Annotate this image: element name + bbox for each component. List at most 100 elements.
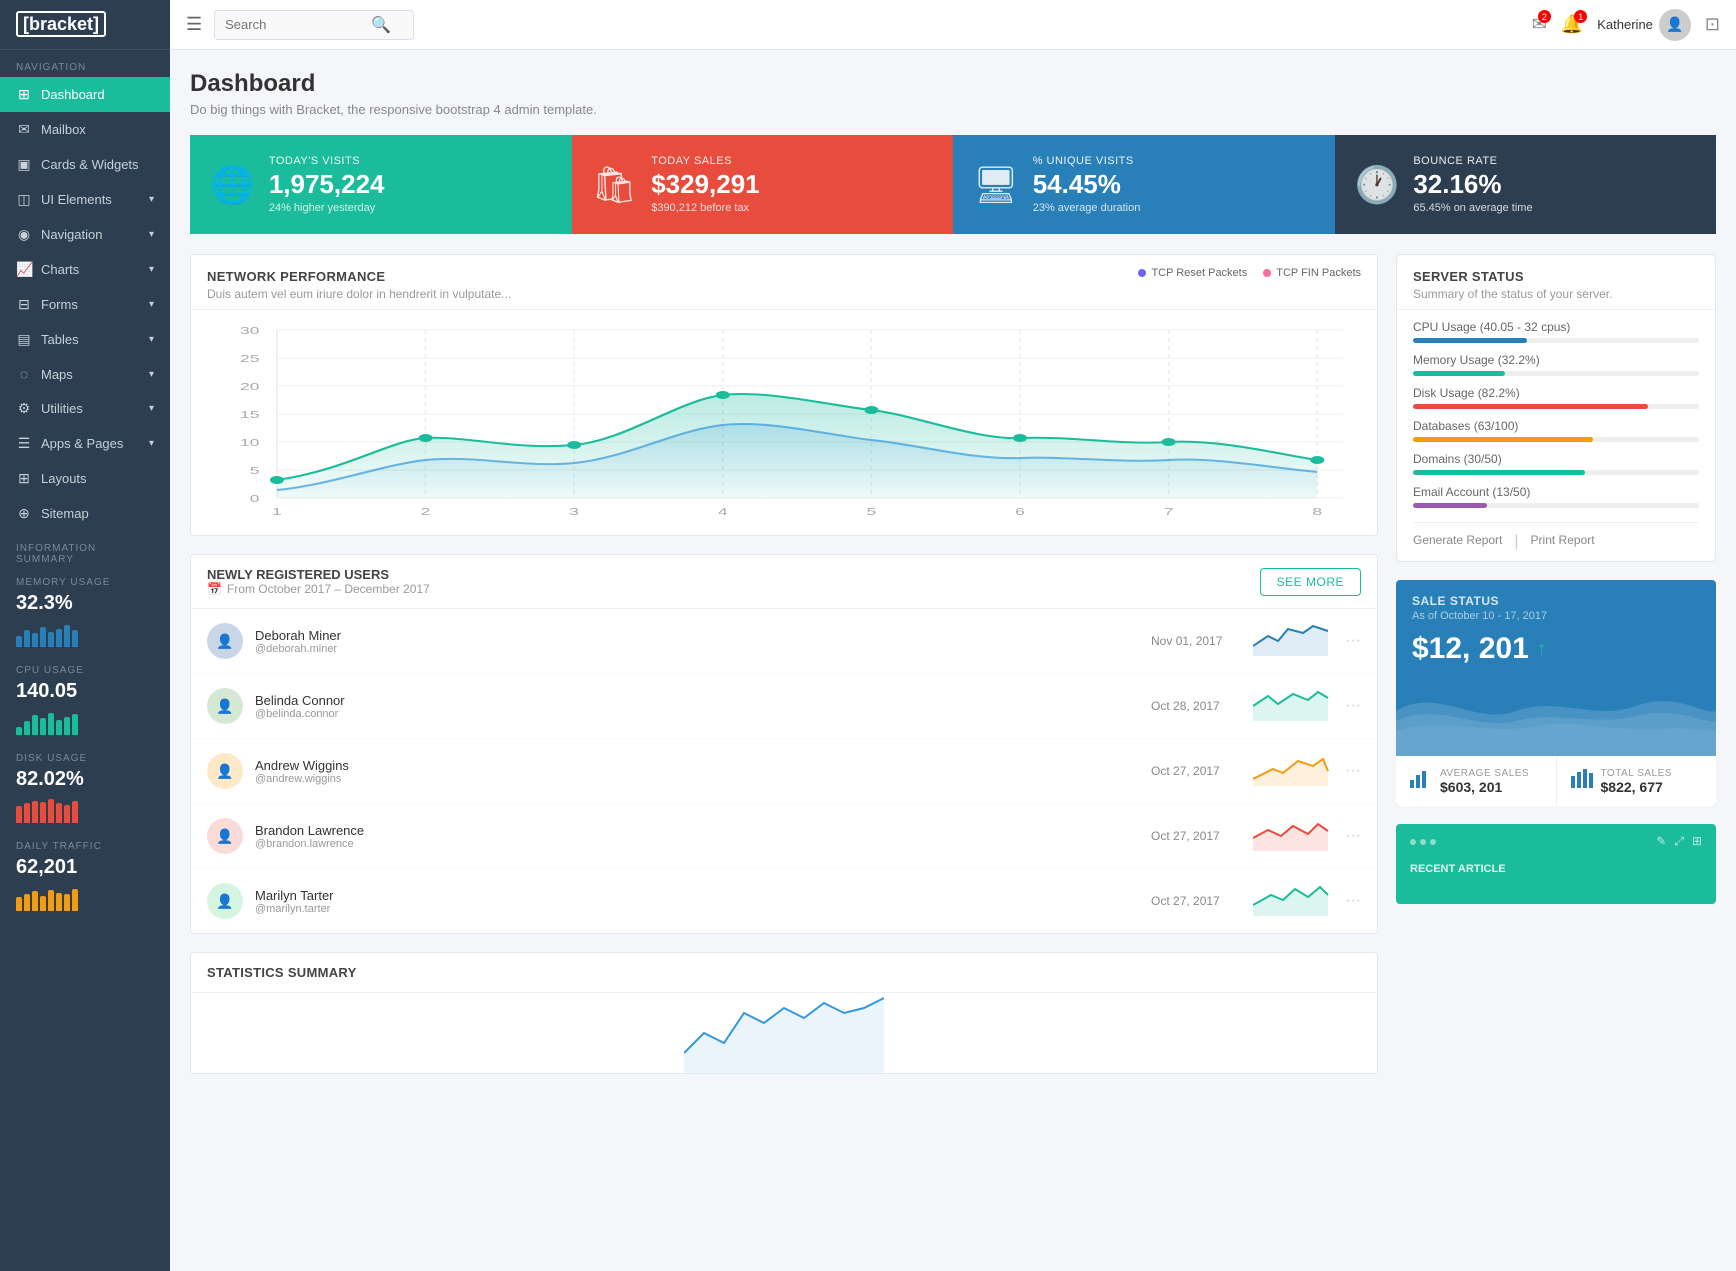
user-more-button[interactable]: ··· xyxy=(1345,632,1361,650)
grid-icon[interactable]: ⊞ xyxy=(1692,834,1702,849)
sale-title: SALE STATUS xyxy=(1412,594,1700,608)
sidebar-item-forms[interactable]: ⊟ Forms ▾ xyxy=(0,287,170,322)
stat-unique-info: % UNIQUE VISITS 54.45% 23% average durat… xyxy=(1033,155,1141,214)
sidebar-item-sitemap[interactable]: ⊕ Sitemap xyxy=(0,496,170,531)
svg-text:15: 15 xyxy=(240,410,260,421)
sidebar-logo: [bracket] xyxy=(0,0,170,50)
stats-body xyxy=(191,993,1377,1073)
forms-icon: ⊟ xyxy=(16,296,32,313)
server-actions: Generate Report | Print Report xyxy=(1413,522,1699,551)
stats-title: STATISTICS SUMMARY xyxy=(207,965,1361,980)
progress-domains: Domains (30/50) xyxy=(1413,452,1699,475)
svg-text:0: 0 xyxy=(250,494,260,505)
unique-label: % UNIQUE VISITS xyxy=(1033,155,1141,167)
see-more-button[interactable]: SEE MORE xyxy=(1260,568,1361,596)
utilities-icon: ⚙ xyxy=(16,400,32,417)
server-status-title: SERVER STATUS xyxy=(1413,269,1699,284)
user-avatar: 👤 xyxy=(207,623,243,659)
generate-report-link[interactable]: Generate Report xyxy=(1413,533,1502,551)
sidebar-item-apps-pages[interactable]: ☰ Apps & Pages ▾ xyxy=(0,426,170,461)
user-handle: @deborah.miner xyxy=(255,643,1139,655)
bounce-sub: 65.45% on average time xyxy=(1413,202,1532,214)
cards-icon: ▣ xyxy=(16,156,32,173)
sidebar-item-charts[interactable]: 📈 Charts ▾ xyxy=(0,252,170,287)
user-more-button[interactable]: ··· xyxy=(1345,892,1361,910)
user-handle: @marilyn.tarter xyxy=(255,903,1139,915)
svg-text:3: 3 xyxy=(569,507,579,518)
disk-progress-fill xyxy=(1413,404,1648,409)
chevron-down-icon: ▾ xyxy=(149,229,154,240)
sitemap-icon: ⊕ xyxy=(16,505,32,522)
disk-chart xyxy=(16,795,154,823)
user-more-button[interactable]: ··· xyxy=(1345,762,1361,780)
avg-sales-value: $603, 201 xyxy=(1440,779,1529,795)
monitor-icon-button[interactable]: ⊡ xyxy=(1705,14,1720,35)
sidebar-item-tables[interactable]: ▤ Tables ▾ xyxy=(0,322,170,357)
chart-legend: TCP Reset Packets TCP FIN Packets xyxy=(1138,267,1361,279)
stat-visits-info: TODAY'S VISITS 1,975,224 24% higher yest… xyxy=(269,155,385,214)
user-name: Brandon Lawrence xyxy=(255,823,1139,838)
svg-text:20: 20 xyxy=(240,382,260,393)
user-info: Marilyn Tarter @marilyn.tarter xyxy=(255,888,1139,915)
svg-text:5: 5 xyxy=(250,466,260,477)
domains-progress-fill xyxy=(1413,470,1585,475)
sidebar-item-maps[interactable]: ◌ Maps ▾ xyxy=(0,357,170,391)
mail-icon-button[interactable]: ✉ 2 xyxy=(1532,14,1547,35)
edit-icon[interactable]: ✎ xyxy=(1656,834,1666,849)
user-menu[interactable]: Katherine 👤 xyxy=(1597,9,1691,41)
user-more-button[interactable]: ··· xyxy=(1345,697,1361,715)
user-info: Andrew Wiggins @andrew.wiggins xyxy=(255,758,1139,785)
sidebar-item-ui-elements[interactable]: ◫ UI Elements ▾ xyxy=(0,182,170,217)
network-svg-chart: 30 25 20 15 10 5 0 1 2 3 4 5 xyxy=(207,320,1361,520)
stat-sales-info: TODAY SALES $329,291 $390,212 before tax xyxy=(651,155,759,214)
users-title: NEWLY REGISTERED USERS xyxy=(207,567,430,582)
chevron-down-icon: ▾ xyxy=(149,264,154,275)
topbar-right: ✉ 2 🔔 1 Katherine 👤 ⊡ xyxy=(1532,9,1720,41)
sidebar-item-utilities[interactable]: ⚙ Utilities ▾ xyxy=(0,391,170,426)
avg-sales-info: AVERAGE SALES $603, 201 xyxy=(1440,768,1529,795)
sidebar-item-dashboard[interactable]: ⊞ Dashboard xyxy=(0,77,170,112)
progress-disk: Disk Usage (82.2%) xyxy=(1413,386,1699,409)
memory-value: 32.3% xyxy=(16,592,154,615)
stat-cards: 🌐 TODAY'S VISITS 1,975,224 24% higher ye… xyxy=(190,135,1716,234)
search-input[interactable] xyxy=(225,17,365,32)
sidebar-item-mailbox[interactable]: ✉ Mailbox xyxy=(0,112,170,147)
nav-section-label: NAVIGATION xyxy=(0,50,170,77)
network-chart-title: NETWORK PERFORMANCE xyxy=(207,269,511,284)
svg-text:5: 5 xyxy=(867,507,877,518)
disk-label: DISK USAGE xyxy=(16,753,154,764)
users-date-range: 📅 From October 2017 – December 2017 xyxy=(207,582,430,596)
svg-text:2: 2 xyxy=(421,507,431,518)
disk-progress-label: Disk Usage (82.2%) xyxy=(1413,386,1699,400)
recent-article-title-label: RECENT ARTICLE xyxy=(1396,859,1716,885)
sale-status-header: SALE STATUS As of October 10 - 17, 2017 xyxy=(1396,580,1716,628)
network-chart-subtitle: Duis autem vel eum iriure dolor in hendr… xyxy=(207,287,511,301)
print-report-link[interactable]: Print Report xyxy=(1531,533,1595,551)
user-more-button[interactable]: ··· xyxy=(1345,827,1361,845)
legend-tcp-reset: TCP Reset Packets xyxy=(1138,267,1247,279)
notification-icon-button[interactable]: 🔔 1 xyxy=(1561,14,1583,35)
tables-icon: ▤ xyxy=(16,331,32,348)
traffic-label: DAILY TRAFFIC xyxy=(16,841,154,852)
user-row: 👤 Belinda Connor @belinda.connor Oct 28,… xyxy=(191,674,1377,739)
progress-databases: Databases (63/100) xyxy=(1413,419,1699,442)
user-info: Deborah Miner @deborah.miner xyxy=(255,628,1139,655)
databases-progress-fill xyxy=(1413,437,1593,442)
user-avatar: 👤 xyxy=(207,688,243,724)
avg-sales-label: AVERAGE SALES xyxy=(1440,768,1529,779)
main-wrapper: ☰ 🔍 ✉ 2 🔔 1 Katherine 👤 ⊡ Dashboard Do b… xyxy=(170,0,1736,1271)
hamburger-button[interactable]: ☰ xyxy=(186,14,202,35)
expand-icon[interactable]: ⤢ xyxy=(1674,834,1684,849)
stat-card-visits: 🌐 TODAY'S VISITS 1,975,224 24% higher ye… xyxy=(190,135,572,234)
sidebar-item-layouts[interactable]: ⊞ Layouts xyxy=(0,461,170,496)
traffic-value: 62,201 xyxy=(16,856,154,879)
memory-progress-label: Memory Usage (32.2%) xyxy=(1413,353,1699,367)
total-sales-stat: TOTAL SALES $822, 677 xyxy=(1556,756,1717,806)
sidebar-item-navigation[interactable]: ◉ Navigation ▾ xyxy=(0,217,170,252)
sidebar-item-cards-widgets[interactable]: ▣ Cards & Widgets xyxy=(0,147,170,182)
progress-email: Email Account (13/50) xyxy=(1413,485,1699,508)
topbar: ☰ 🔍 ✉ 2 🔔 1 Katherine 👤 ⊡ xyxy=(170,0,1736,50)
user-date: Oct 27, 2017 xyxy=(1151,764,1241,778)
total-sales-info: TOTAL SALES $822, 677 xyxy=(1601,768,1672,795)
dot-1 xyxy=(1410,839,1416,845)
